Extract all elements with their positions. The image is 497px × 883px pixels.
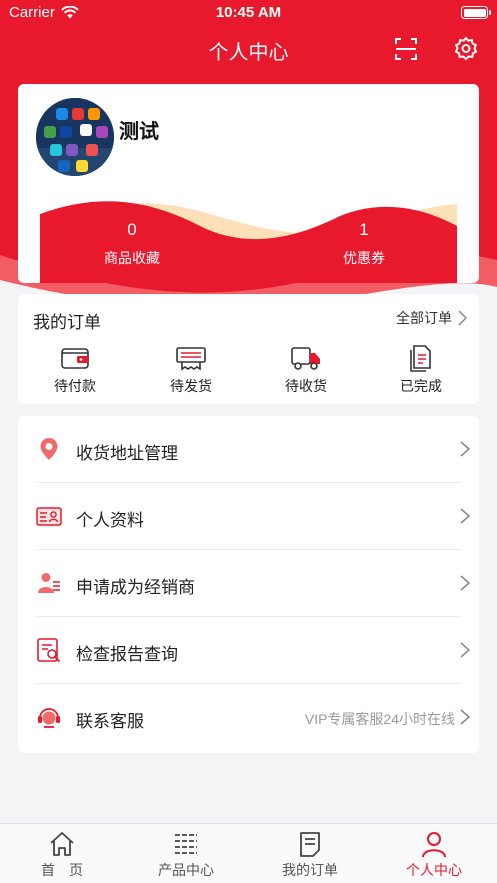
headset-icon bbox=[38, 708, 60, 728]
tab-products[interactable]: 产品中心 bbox=[124, 830, 248, 880]
status-bar: Carrier 10:45 AM bbox=[0, 0, 497, 26]
chevron-right-icon bbox=[460, 575, 471, 591]
truck-icon bbox=[291, 347, 320, 370]
menu-item-label: 联系客服 bbox=[76, 712, 144, 731]
order-completed[interactable]: 已完成 bbox=[376, 344, 466, 396]
dealer-icon bbox=[38, 573, 60, 593]
order-pending-receipt-label: 待收货 bbox=[285, 378, 327, 394]
chevron-right-icon bbox=[460, 508, 471, 524]
battery-icon bbox=[461, 6, 491, 19]
page-title: 个人中心 bbox=[208, 42, 289, 64]
tab-orders[interactable]: 我的订单 bbox=[248, 830, 372, 880]
username: 测试 bbox=[119, 121, 159, 143]
scan-icon[interactable] bbox=[393, 36, 419, 62]
all-orders-label: 全部订单 bbox=[396, 310, 452, 326]
clock: 10:45 AM bbox=[215, 4, 282, 21]
chevron-right-icon bbox=[460, 441, 471, 457]
menu-item-label: 申请成为经销商 bbox=[76, 578, 195, 597]
gear-icon[interactable] bbox=[453, 36, 479, 62]
coupons-count: 1 bbox=[359, 220, 369, 239]
order-pending-payment[interactable]: 待付款 bbox=[30, 344, 120, 396]
tab-label: 产品中心 bbox=[158, 862, 214, 878]
tab-label: 我的订单 bbox=[282, 862, 338, 878]
orders-title: 我的订单 bbox=[33, 313, 101, 332]
customer-service-hint: VIP专属客服24小时在线 bbox=[304, 711, 455, 727]
order-icon bbox=[300, 832, 320, 857]
order-completed-label: 已完成 bbox=[400, 378, 442, 394]
favorites-label: 商品收藏 bbox=[104, 250, 160, 266]
menu-item-label: 个人资料 bbox=[76, 511, 144, 530]
chevron-right-icon bbox=[460, 709, 471, 725]
chevron-right-icon bbox=[458, 310, 467, 326]
wallet-icon bbox=[61, 348, 89, 369]
coupons-label: 优惠券 bbox=[343, 250, 385, 266]
menu-item-label: 收货地址管理 bbox=[76, 444, 178, 463]
order-pending-shipment[interactable]: 待发货 bbox=[146, 344, 236, 396]
tab-label: 个人中心 bbox=[406, 862, 462, 878]
menu-card: 收货地址管理 个人资料 申请成为经销商 检查报告查询 联系客服 VIP专属客服2… bbox=[18, 416, 479, 753]
report-search-icon bbox=[37, 638, 61, 663]
document-icon bbox=[410, 345, 431, 372]
user-icon bbox=[422, 832, 446, 858]
menu-item-dealer[interactable]: 申请成为经销商 bbox=[18, 550, 479, 617]
orders-card: 我的订单 全部订单 待付款 待发货 待收货 已完成 bbox=[18, 294, 479, 404]
menu-item-report[interactable]: 检查报告查询 bbox=[18, 617, 479, 684]
id-card-icon bbox=[36, 507, 62, 526]
order-pending-shipment-label: 待发货 bbox=[170, 378, 212, 394]
menu-item-label: 检查报告查询 bbox=[76, 645, 178, 664]
tab-home[interactable]: 首 页 bbox=[0, 830, 124, 880]
tab-bar: 首 页 产品中心 我的订单 个人中心 bbox=[0, 823, 497, 883]
favorites-count: 0 bbox=[127, 220, 137, 239]
tab-profile[interactable]: 个人中心 bbox=[372, 830, 496, 880]
favorites-stat[interactable]: 0 商品收藏 bbox=[72, 220, 192, 268]
menu-item-customer-service[interactable]: 联系客服 VIP专属客服24小时在线 bbox=[18, 684, 479, 751]
order-pending-receipt[interactable]: 待收货 bbox=[261, 344, 351, 396]
tab-label: 首 页 bbox=[41, 862, 83, 878]
printer-icon bbox=[176, 347, 206, 371]
list-icon bbox=[175, 834, 197, 854]
menu-item-address[interactable]: 收货地址管理 bbox=[18, 416, 479, 483]
location-pin-icon bbox=[40, 438, 58, 460]
home-icon bbox=[50, 832, 74, 856]
coupons-stat[interactable]: 1 优惠券 bbox=[304, 220, 424, 268]
chevron-right-icon bbox=[460, 642, 471, 658]
all-orders-link[interactable]: 全部订单 bbox=[396, 308, 467, 328]
menu-item-profile[interactable]: 个人资料 bbox=[18, 483, 479, 550]
avatar[interactable] bbox=[36, 98, 114, 176]
profile-card: 测试 0 商品收藏 1 优惠券 bbox=[18, 84, 479, 283]
order-pending-payment-label: 待付款 bbox=[54, 378, 96, 394]
avatar-image bbox=[36, 98, 114, 176]
